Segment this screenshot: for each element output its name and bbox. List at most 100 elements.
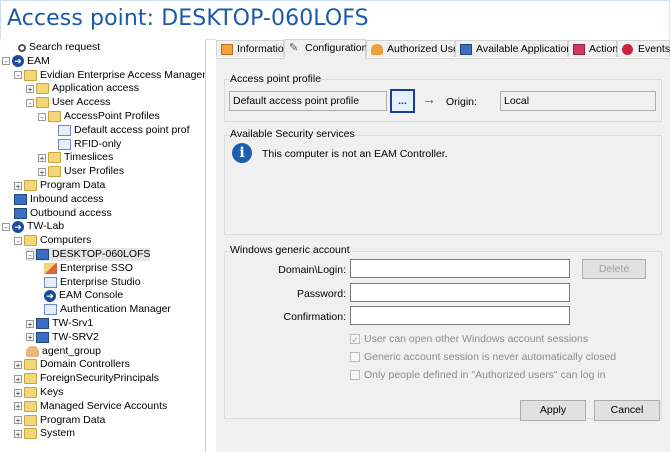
password-field[interactable] — [350, 283, 570, 302]
tree-item[interactable]: - DESKTOP-060LOFS — [26, 248, 151, 261]
tree-item[interactable]: + System — [14, 427, 75, 440]
apply-button[interactable]: Apply — [520, 400, 586, 421]
events-tab-icon — [622, 44, 633, 55]
eam-arrow-icon: ➜ — [12, 220, 24, 233]
collapse-icon[interactable]: - — [2, 57, 10, 66]
tab-events[interactable]: Events — [617, 40, 670, 57]
folder-icon — [24, 387, 37, 398]
expand-icon[interactable]: + — [14, 181, 22, 190]
collapse-icon[interactable]: - — [38, 112, 46, 121]
tree-item[interactable]: agent_group — [26, 345, 101, 358]
expand-icon[interactable]: + — [38, 167, 46, 176]
access-point-profile-label: Access point profile — [230, 73, 322, 85]
window-titlebar: Access point: DESKTOP-060LOFS — [0, 0, 670, 40]
tree-item[interactable]: + Domain Controllers — [14, 358, 130, 371]
tree-item[interactable]: RFID-only — [58, 138, 121, 151]
tree-item[interactable]: + Keys — [14, 386, 63, 399]
tree-item[interactable]: - ➜ TW-Lab — [2, 220, 64, 233]
delete-button[interactable]: Delete — [582, 259, 646, 279]
expand-icon[interactable]: + — [14, 374, 22, 383]
checkbox-label: User can open other Windows account sess… — [364, 333, 589, 345]
tree-item[interactable]: Search request — [18, 41, 100, 54]
expand-icon[interactable]: + — [14, 429, 22, 438]
window-title: Access point: DESKTOP-060LOFS — [7, 6, 369, 31]
computer-icon — [36, 318, 49, 329]
folder-icon — [48, 166, 61, 178]
studio-icon — [44, 276, 57, 288]
collapse-icon[interactable]: - — [14, 71, 22, 80]
eam-arrow-icon: ➜ — [44, 289, 56, 302]
collapse-icon[interactable]: - — [14, 236, 22, 245]
tree-item[interactable]: + Managed Service Accounts — [14, 400, 167, 413]
cancel-button[interactable]: Cancel — [594, 400, 660, 421]
computer-icon — [36, 331, 49, 343]
go-to-profile-arrow-icon[interactable]: → — [422, 91, 436, 107]
browse-profile-button[interactable]: ... — [390, 89, 415, 113]
confirmation-label: Confirmation: — [283, 311, 346, 323]
tree-item[interactable]: - Computers — [14, 234, 91, 247]
folder-icon — [24, 428, 37, 440]
sso-icon — [44, 262, 57, 274]
expand-icon[interactable]: + — [14, 402, 22, 411]
tree-item-label: Program Data — [40, 179, 106, 191]
expand-icon[interactable]: + — [26, 333, 34, 342]
expand-icon[interactable]: + — [26, 319, 34, 328]
tree-item-label: ForeignSecurityPrincipals — [40, 372, 160, 385]
tree-item[interactable]: Enterprise SSO — [44, 262, 133, 275]
tree-item[interactable]: Authentication Manager — [44, 303, 171, 316]
tree-item[interactable]: - User Access — [26, 96, 110, 109]
tree-item[interactable]: + Timeslices — [38, 151, 113, 164]
tree-item[interactable]: + TW-Srv1 — [26, 317, 93, 330]
collapse-icon[interactable]: - — [26, 250, 34, 259]
tree-item[interactable]: + User Profiles — [38, 165, 124, 178]
tree-item-label: agent_group — [42, 344, 101, 357]
checkbox-label: Generic account session is never automat… — [364, 351, 617, 363]
tree-item-label: TW-Lab — [27, 220, 65, 233]
tree-item[interactable]: - Evidian Enterprise Access Managem — [14, 69, 205, 82]
tree-item[interactable]: + Program Data — [14, 179, 105, 192]
expand-icon[interactable]: + — [14, 416, 22, 425]
tree-item[interactable]: + ForeignSecurityPrincipals — [14, 372, 159, 385]
tree-item[interactable]: - ➜ EAM — [2, 55, 50, 68]
expand-icon[interactable]: + — [14, 360, 22, 369]
confirmation-field[interactable] — [350, 306, 570, 325]
tab-label: Events — [638, 43, 670, 55]
tree-item[interactable]: Enterprise Studio — [44, 276, 141, 289]
tree-item[interactable]: Outbound access — [14, 207, 112, 220]
tab-information[interactable]: Information — [216, 40, 290, 57]
tree-item[interactable]: + Program Data — [14, 414, 105, 427]
tree-item[interactable]: + TW-SRV2 — [26, 331, 99, 344]
expand-icon[interactable]: + — [26, 84, 34, 93]
access-icon — [14, 193, 27, 205]
tree-item-label: TW-SRV2 — [52, 330, 99, 343]
tab-configuration[interactable]: ✎ Configuration — [284, 39, 367, 59]
tree-item-label: System — [40, 427, 76, 440]
tree-item-label: Search request — [29, 41, 101, 53]
collapse-icon[interactable]: - — [26, 98, 34, 107]
tab-authorized-users[interactable]: Authorized Users — [366, 40, 468, 57]
tree-item[interactable]: Default access point prof — [58, 124, 190, 137]
origin-label: Origin: — [446, 96, 477, 108]
tab-available-applications[interactable]: Available Applications — [455, 40, 577, 57]
collapse-icon[interactable]: - — [2, 222, 10, 231]
tree-item-label: User Access — [52, 96, 111, 109]
never-close-session-checkbox[interactable]: Generic account session is never automat… — [350, 351, 616, 363]
tree-item-label: Enterprise Studio — [60, 275, 141, 288]
tab-actions[interactable]: Actions — [568, 40, 623, 57]
expand-icon[interactable]: + — [38, 153, 46, 162]
allow-other-sessions-checkbox[interactable]: ✓ User can open other Windows account se… — [350, 333, 588, 345]
tree-item[interactable]: - AccessPoint Profiles — [38, 110, 160, 123]
domain-login-field[interactable] — [350, 259, 570, 278]
folder-icon — [48, 111, 61, 122]
folder-icon — [24, 69, 37, 81]
authorized-users-only-checkbox[interactable]: Only people defined in "Authorized users… — [350, 369, 606, 381]
tree-item[interactable]: Inbound access — [14, 193, 104, 206]
navigation-tree[interactable]: Search request - ➜ EAM - Evidian Enterprise A… — [0, 39, 206, 452]
tree-item-label: DESKTOP-060LOFS — [52, 248, 151, 260]
group-icon — [26, 345, 39, 357]
folder-icon — [24, 414, 37, 426]
tree-item[interactable]: + Application access — [26, 82, 139, 95]
tree-item[interactable]: ➜ EAM Console — [44, 289, 123, 302]
tree-item-label: Default access point prof — [74, 123, 190, 136]
expand-icon[interactable]: + — [14, 388, 22, 397]
